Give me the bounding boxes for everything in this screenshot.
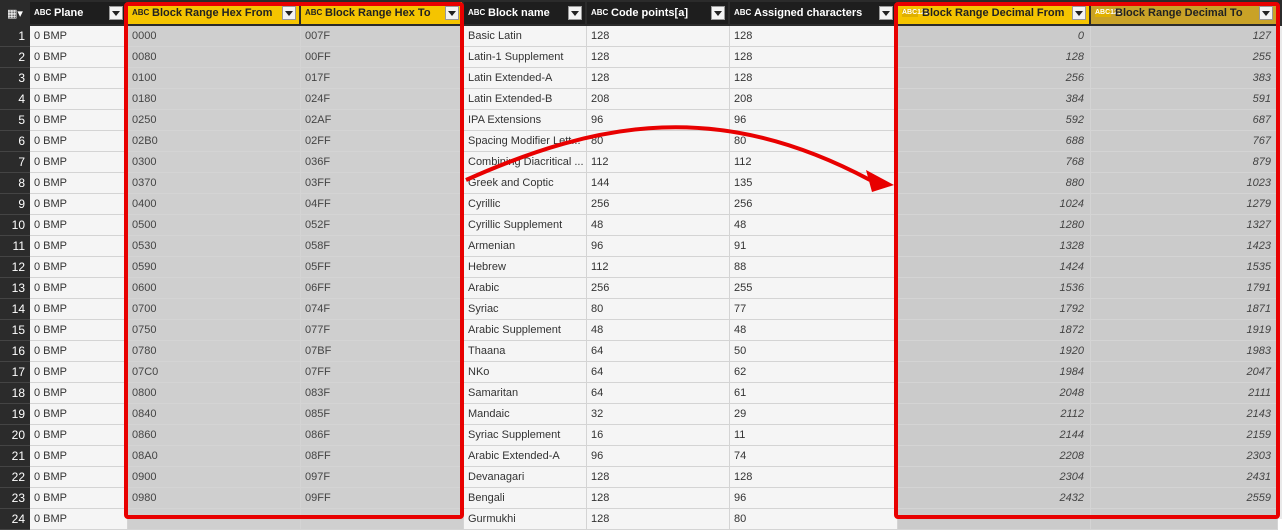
data-grid: ▦▾ ABC Plane ABC Block Range Hex From ABC Blo…	[0, 0, 1282, 530]
conversion-arrow	[465, 125, 894, 192]
